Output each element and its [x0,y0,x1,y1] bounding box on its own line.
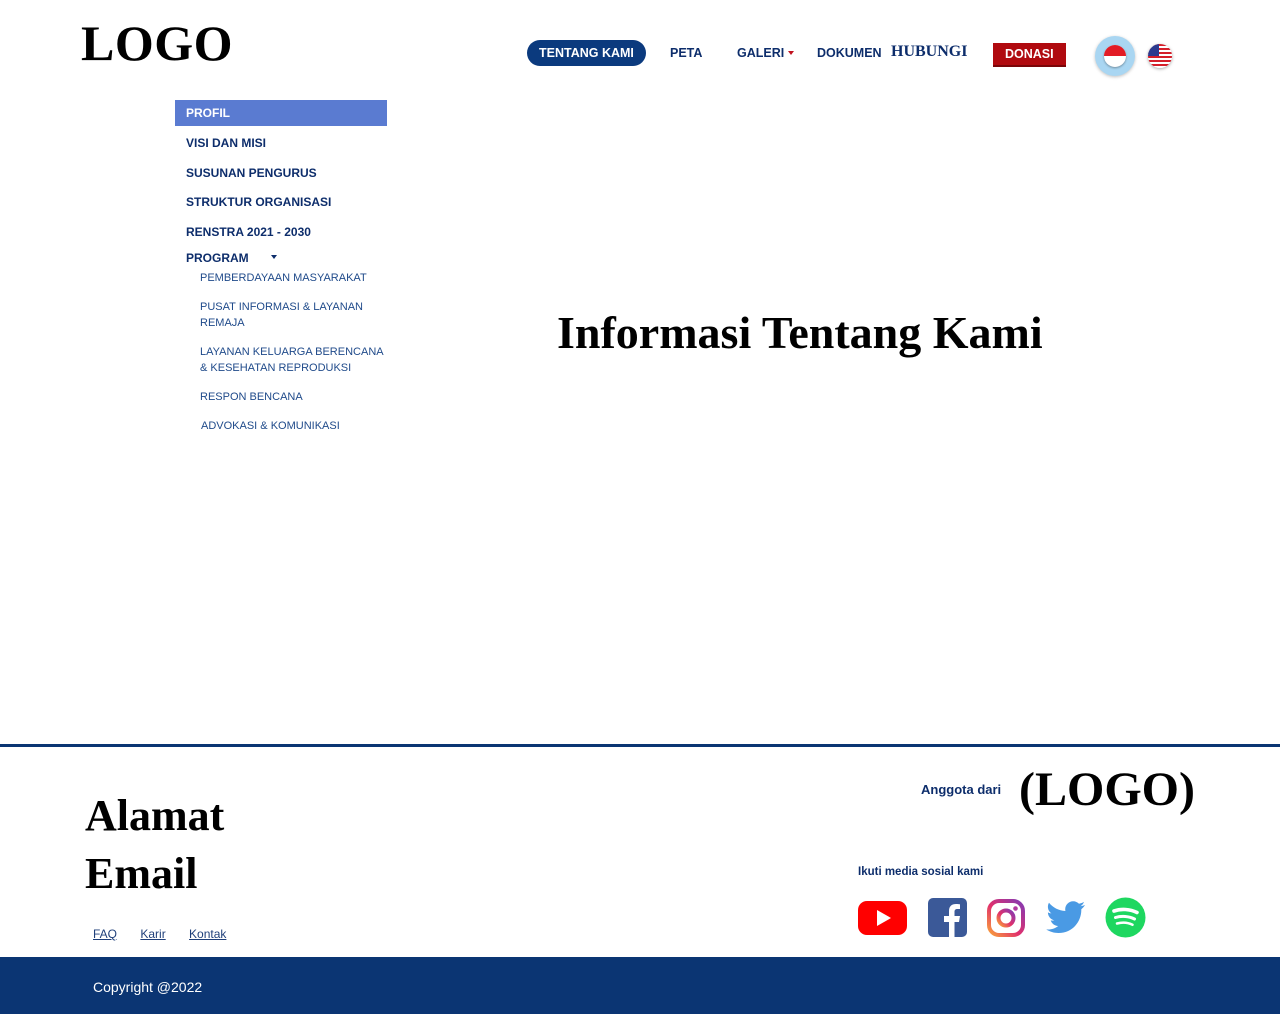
sidebar-item-renstra[interactable]: RENSTRA 2021 - 2030 [175,218,387,248]
youtube-icon[interactable] [858,898,908,938]
chevron-down-icon [270,255,277,260]
sidebar-item-susunan-pengurus[interactable]: SUSUNAN PENGURUS [175,159,387,189]
donasi-button[interactable]: DONASI [993,43,1066,67]
nav-peta[interactable]: PETA [670,40,702,66]
footer-link-faq[interactable]: FAQ [93,927,117,941]
footer-alamat: Alamat [85,791,225,840]
instagram-icon[interactable] [986,898,1026,938]
sidebar: PROFIL VISI DAN MISI SUSUNAN PENGURUS ST… [175,100,387,432]
nav-dokumen[interactable]: DOKUMEN [817,40,882,66]
sidebar-subitem-pemberdayaan[interactable]: PEMBERDAYAAN MASYARAKAT [175,271,370,287]
sidebar-item-struktur-organisasi[interactable]: STRUKTUR ORGANISASI [175,188,387,218]
copyright-text: Copyright @2022 [93,979,203,995]
sidebar-item-program[interactable]: PROGRAM [175,248,387,268]
footer-link-karir[interactable]: Karir [140,927,165,941]
sidebar-item-profil[interactable]: PROFIL [175,100,387,126]
us-flag-icon[interactable] [1148,44,1172,68]
anggota-label: Anggota dari [921,782,1002,797]
spotify-icon[interactable] [1105,897,1146,938]
footer-divider [0,744,1280,747]
footer-email: Email [85,849,198,898]
partner-logo[interactable]: (LOGO) [1019,762,1195,817]
facebook-icon[interactable] [928,898,967,937]
sidebar-subitem-layanan-kb[interactable]: LAYANAN KELUARGA BERENCANA & KESEHATAN R… [175,345,385,376]
sidebar-subitem-respon-bencana[interactable]: RESPON BENCANA [175,390,370,406]
page-title: Informasi Tentang Kami [557,307,1043,358]
copyright-bar: Copyright @2022 [0,957,1280,1014]
twitter-icon[interactable] [1046,900,1086,936]
chevron-down-icon [788,50,795,55]
sidebar-subitem-advokasi[interactable]: ADVOKASI & KOMUNIKASI [175,419,371,435]
footer-link-kontak[interactable]: Kontak [189,927,226,941]
nav-galeri-label: GALERI [737,46,785,60]
main-nav: TENTANG KAMI PETA GALERI DOKUMEN HUBUNGI… [0,40,1280,68]
sidebar-item-visi-misi[interactable]: VISI DAN MISI [175,129,387,159]
nav-galeri[interactable]: GALERI [737,40,795,66]
sidebar-subitem-pusat-informasi[interactable]: PUSAT INFORMASI & LAYANAN REMAJA [175,300,370,331]
id-flag-icon[interactable] [1095,36,1135,76]
footer-links: FAQ Karir Kontak [93,927,246,941]
nav-hubungi[interactable]: HUBUNGI [891,39,967,65]
nav-tentang-kami[interactable]: TENTANG KAMI [527,40,646,66]
social-label: Ikuti media sosial kami [858,866,984,878]
sidebar-item-program-label: PROGRAM [186,251,249,265]
